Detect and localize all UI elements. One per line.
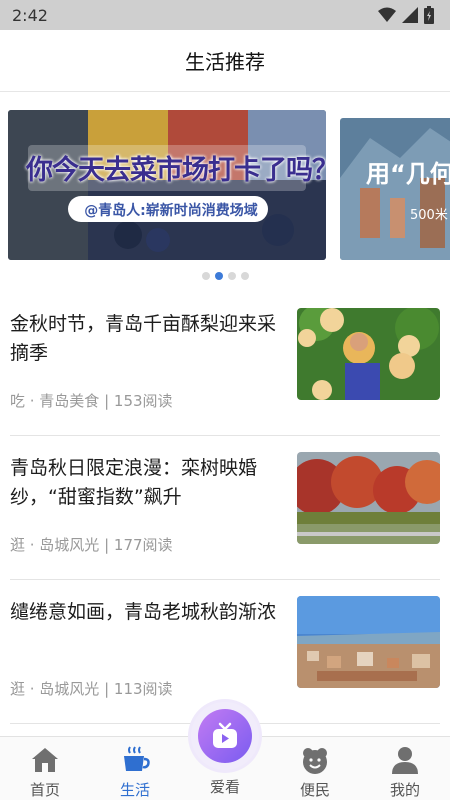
tab-home[interactable]: 首页 [10, 737, 80, 800]
status-icons [378, 6, 434, 24]
coffee-cup-icon [124, 746, 150, 771]
news-item[interactable]: 青岛秋日限定浪漫：栾树映婚纱，“甜蜜指数”飙升 逛 · 岛城风光 | 177阅读 [10, 436, 440, 580]
tab-service-label: 便民 [299, 781, 330, 799]
news-title: 青岛秋日限定浪漫：栾树映婚纱，“甜蜜指数”飙升 [10, 457, 258, 508]
banner-headline-2: 用“几何 [366, 160, 450, 188]
banner-slide-market[interactable]: 你今天去菜市场打卡了吗？ @青岛人:崭新时尚消费场域 [8, 110, 326, 260]
service-face-icon [303, 748, 327, 774]
battery-icon [424, 6, 434, 24]
tab-home-label: 首页 [29, 781, 60, 799]
page-header: 生活推荐 [0, 30, 450, 92]
news-title: 金秋时节，青岛千亩酥梨迎来采摘季 [10, 313, 277, 364]
news-item[interactable]: 金秋时节，青岛千亩酥梨迎来采摘季 吃 · 青岛美食 | 153阅读 [10, 292, 440, 436]
watch-button-inner [198, 709, 252, 763]
page-title: 生活推荐 [185, 50, 265, 74]
news-meta: 吃 · 青岛美食 | 153阅读 [10, 392, 173, 410]
tab-mine-label: 我的 [389, 781, 420, 799]
news-thumbnail [297, 452, 440, 544]
tab-mine[interactable]: 我的 [370, 737, 440, 800]
news-title: 缱绻意如画，青岛老城秋韵渐浓 [10, 601, 277, 623]
home-icon [32, 748, 58, 772]
status-time: 2:42 [12, 5, 48, 25]
status-bar: 2:42 [0, 0, 450, 30]
watch-center-button[interactable] [191, 702, 259, 770]
banner-slide-city[interactable]: 用“几何 500米 [340, 118, 450, 260]
news-meta: 逛 · 岛城风光 | 177阅读 [10, 536, 173, 554]
banner-carousel[interactable]: 你今天去菜市场打卡了吗？ @青岛人:崭新时尚消费场域 用“几何 500米 [0, 106, 450, 266]
carousel-dot [227, 272, 236, 280]
tab-watch-label: 爱看 [209, 778, 240, 796]
news-meta: 逛 · 岛城风光 | 113阅读 [10, 680, 173, 698]
news-thumbnail [297, 596, 440, 688]
carousel-dot-active [214, 272, 223, 280]
carousel-dot [240, 272, 249, 280]
banner-tag-2: 500米 [410, 208, 448, 223]
carousel-dots [0, 272, 450, 280]
wifi-icon [378, 7, 396, 22]
news-thumbnail [297, 308, 440, 400]
pear-harvest-image [297, 308, 440, 400]
tv-icon [213, 722, 237, 748]
autumn-trees-image [297, 452, 440, 544]
tab-life-label: 生活 [119, 781, 150, 799]
tab-service[interactable]: 便民 [280, 737, 350, 800]
city-banner-image [340, 118, 450, 260]
carousel-dot [201, 272, 210, 280]
banner-tag: @青岛人:崭新时尚消费场域 [84, 203, 258, 219]
tab-life[interactable]: 生活 [100, 737, 170, 800]
user-icon [392, 747, 418, 774]
old-town-image [297, 596, 440, 688]
signal-icon [402, 7, 418, 23]
banner-headline: 你今天去菜市场打卡了吗？ [26, 155, 326, 186]
